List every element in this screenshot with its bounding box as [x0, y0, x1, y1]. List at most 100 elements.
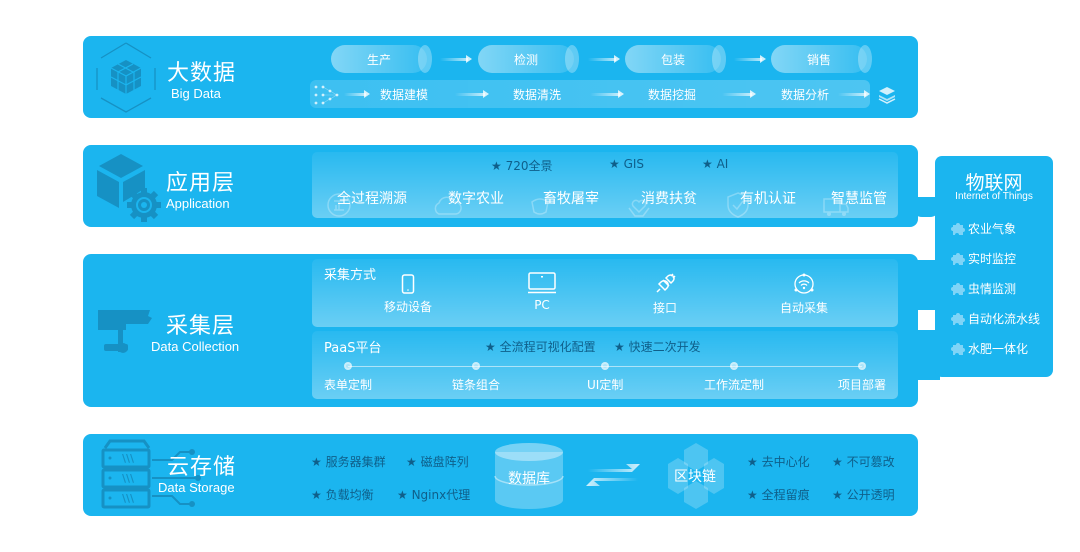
blockchain-feature: ★ 全程留痕 [747, 488, 810, 502]
big-data-title: 大数据 Big Data [167, 61, 237, 102]
puzzle-icon [951, 223, 965, 235]
arrow-icon [588, 55, 620, 63]
exchange-arrows-icon [586, 464, 640, 486]
pipe-cap [565, 45, 579, 73]
flow-step: 数据挖掘 [648, 88, 697, 102]
application-item: 有机认证 [740, 191, 796, 207]
pipe-cap [712, 45, 726, 73]
method-pc: PC [492, 272, 592, 312]
feature-tag: ★ AI [702, 157, 729, 171]
method-label: 接口 [652, 301, 677, 315]
paas-feature: ★ 快速二次开发 [614, 340, 701, 354]
camera-icon [98, 310, 152, 353]
blockchain-feature: ★ 去中心化 [747, 455, 810, 469]
method-interface: 接口 [615, 273, 715, 316]
paas-step: 工作流定制 [704, 378, 765, 392]
iot-item: 实时监控 [950, 250, 1016, 267]
application-title-cn: 应用层 [166, 171, 236, 196]
iot-item: 农业气象 [950, 220, 1016, 237]
wifi-sensor-icon [794, 273, 814, 294]
iot-item-label: 农业气象 [968, 222, 1017, 236]
iot-item-label: 水肥一体化 [968, 342, 1029, 356]
paas-feature: ★ 全流程可视化配置 [485, 340, 596, 354]
puzzle-icon [951, 283, 965, 295]
blockchain-label: 区块链 [674, 469, 716, 485]
cube-grid-icon [96, 42, 156, 113]
pipe-stage: 检测 [478, 45, 574, 73]
flow-step: 数据清洗 [513, 88, 562, 102]
pipe-cap [418, 45, 432, 73]
storage-feature: ★ 磁盘阵列 [406, 455, 469, 469]
database-label: 数据库 [508, 471, 550, 487]
timeline-dot [601, 362, 609, 370]
flow-step: 数据分析 [781, 88, 830, 102]
arrow-icon [344, 90, 370, 98]
application-item: 数字农业 [448, 191, 504, 207]
collection-title-en: Data Collection [151, 339, 240, 354]
pipe-stage: 包装 [625, 45, 721, 73]
puzzle-icon [951, 343, 965, 355]
timeline-dot [730, 362, 738, 370]
arrow-icon [722, 90, 756, 98]
application-item: 畜牧屠宰 [543, 191, 599, 207]
storage-feature: ★ Nginx代理 [397, 488, 471, 502]
method-label: 移动设备 [383, 300, 432, 314]
pipe-label: 生产 [366, 52, 391, 67]
laptop-icon [528, 272, 556, 294]
paas-step: 表单定制 [324, 378, 373, 392]
svg-text:\\\: \\\ [122, 452, 135, 465]
method-label: 自动采集 [779, 301, 828, 315]
big-data-title-en: Big Data [171, 86, 221, 101]
application-item: 消费扶贫 [641, 191, 697, 207]
timeline-dot [858, 362, 866, 370]
application-title: 应用层 Application [166, 171, 236, 212]
plug-icon [656, 273, 676, 293]
flow-step: 数据建模 [380, 88, 429, 102]
arrow-icon [734, 55, 766, 63]
iot-item: 自动化流水线 [950, 310, 1040, 327]
iot-title-en: Internet of Things [955, 191, 1033, 202]
box-gear-icon [97, 154, 161, 222]
pipe-stage: 销售 [771, 45, 867, 73]
application-item: 智慧监管 [831, 191, 887, 207]
iot-item-label: 虫情监测 [968, 282, 1017, 296]
iot-item-label: 自动化流水线 [968, 312, 1041, 326]
storage-feature: ★ 负载均衡 [311, 488, 374, 502]
big-data-title-cn: 大数据 [167, 61, 237, 86]
blockchain-feature: ★ 不可篡改 [832, 455, 895, 469]
arrow-icon [455, 90, 489, 98]
pipe-stage: 生产 [331, 45, 427, 73]
feature-tag: ★ 720全景 [491, 159, 553, 173]
svg-text:\\\: \\\ [122, 492, 135, 505]
storage-title-cn: 云存储 [167, 455, 237, 480]
puzzle-icon [951, 313, 965, 325]
paas-step: 项目部署 [838, 378, 887, 392]
application-item: 全过程溯源 [337, 191, 407, 207]
pipe-label: 包装 [660, 52, 685, 67]
mobile-icon [401, 274, 415, 294]
svg-text:\\\: \\\ [122, 472, 135, 485]
iot-item: 水肥一体化 [950, 340, 1028, 357]
paas-step: 链条组合 [452, 378, 501, 392]
feature-tag: ★ GIS [609, 157, 645, 171]
arrow-icon [590, 90, 624, 98]
collection-title-cn: 采集层 [166, 314, 236, 339]
pipe-cap [858, 45, 872, 73]
storage-title: 云存储 Data Storage [158, 455, 237, 496]
paas-label: PaaS平台 [324, 341, 382, 356]
blockchain-feature: ★ 公开透明 [832, 488, 895, 502]
method-auto: 自动采集 [754, 273, 854, 316]
method-mobile: 移动设备 [358, 274, 458, 315]
iot-item-label: 实时监控 [968, 252, 1017, 266]
arrow-icon [440, 55, 472, 63]
application-title-en: Application [166, 196, 230, 211]
storage-feature: ★ 服务器集群 [311, 455, 386, 469]
paas-step: UI定制 [587, 378, 624, 392]
iot-item: 虫情监测 [950, 280, 1016, 297]
pipe-label: 销售 [806, 52, 831, 67]
timeline-dot [344, 362, 352, 370]
puzzle-icon [951, 253, 965, 265]
pipe-label: 检测 [513, 52, 538, 67]
arrow-icon [838, 90, 870, 98]
network-nodes-icon [314, 85, 339, 105]
